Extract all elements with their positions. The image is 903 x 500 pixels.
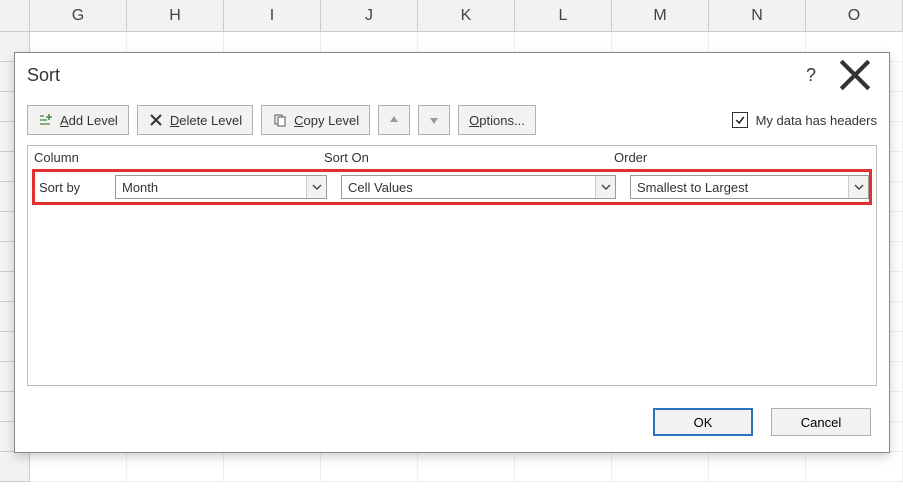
delete-icon bbox=[148, 112, 164, 128]
col-header[interactable]: O bbox=[806, 0, 903, 31]
col-header[interactable]: K bbox=[418, 0, 515, 31]
sort-grid-header: Column Sort On Order bbox=[28, 146, 876, 169]
sort-level-row: Sort by Month Cell Values Smallest to La… bbox=[35, 173, 869, 201]
question-icon: ? bbox=[806, 65, 816, 86]
sort-levels-grid: Column Sort On Order Sort by Month Cell … bbox=[27, 145, 877, 386]
col-header[interactable]: N bbox=[709, 0, 806, 31]
col-header[interactable]: H bbox=[127, 0, 224, 31]
col-header[interactable]: I bbox=[224, 0, 321, 31]
sort-column-value: Month bbox=[116, 176, 306, 198]
add-level-label: Add Level bbox=[60, 113, 118, 128]
headers-checkbox[interactable] bbox=[732, 112, 748, 128]
col-header-column: Column bbox=[34, 150, 324, 165]
copy-level-button[interactable]: Copy Level bbox=[261, 105, 370, 135]
sort-column-dropdown[interactable]: Month bbox=[115, 175, 327, 199]
chevron-down-icon bbox=[595, 176, 615, 198]
copy-icon bbox=[272, 112, 288, 128]
close-icon bbox=[833, 53, 877, 97]
check-icon bbox=[734, 114, 746, 126]
arrow-up-icon bbox=[386, 112, 402, 128]
sort-grid-empty-area bbox=[32, 209, 872, 381]
col-header[interactable]: M bbox=[612, 0, 709, 31]
sort-on-value: Cell Values bbox=[342, 176, 595, 198]
headers-label-text: My data has headers bbox=[756, 113, 877, 128]
dialog-title: Sort bbox=[27, 65, 789, 86]
sort-dialog: Sort ? Add Level Delete Level Copy Level bbox=[14, 52, 890, 453]
col-header[interactable]: G bbox=[30, 0, 127, 31]
copy-level-label: Copy Level bbox=[294, 113, 359, 128]
sort-on-dropdown[interactable]: Cell Values bbox=[341, 175, 616, 199]
sort-order-value: Smallest to Largest bbox=[631, 176, 848, 198]
options-button[interactable]: Options... bbox=[458, 105, 536, 135]
sort-row-highlight: Sort by Month Cell Values Smallest to La… bbox=[32, 169, 872, 205]
delete-level-button[interactable]: Delete Level bbox=[137, 105, 253, 135]
move-up-button[interactable] bbox=[378, 105, 410, 135]
add-level-icon bbox=[38, 112, 54, 128]
dialog-toolbar: Add Level Delete Level Copy Level Option… bbox=[15, 95, 889, 145]
select-all-corner[interactable] bbox=[0, 0, 30, 31]
ok-button[interactable]: OK bbox=[653, 408, 753, 436]
col-header[interactable]: J bbox=[321, 0, 418, 31]
col-header-sorton: Sort On bbox=[324, 150, 614, 165]
options-label: Options... bbox=[469, 113, 525, 128]
chevron-down-icon bbox=[306, 176, 326, 198]
headers-checkbox-label[interactable]: My data has headers bbox=[732, 112, 877, 128]
dialog-titlebar: Sort ? bbox=[15, 53, 889, 95]
column-header-row: G H I J K L M N O bbox=[0, 0, 903, 32]
dialog-footer: OK Cancel bbox=[15, 398, 889, 452]
sort-order-dropdown[interactable]: Smallest to Largest bbox=[630, 175, 869, 199]
delete-level-label: Delete Level bbox=[170, 113, 242, 128]
arrow-down-icon bbox=[426, 112, 442, 128]
help-button[interactable]: ? bbox=[789, 61, 833, 89]
col-header-order: Order bbox=[614, 150, 870, 165]
cancel-button[interactable]: Cancel bbox=[771, 408, 871, 436]
col-header[interactable]: L bbox=[515, 0, 612, 31]
chevron-down-icon bbox=[848, 176, 868, 198]
add-level-button[interactable]: Add Level bbox=[27, 105, 129, 135]
sort-by-label: Sort by bbox=[39, 180, 115, 195]
move-down-button[interactable] bbox=[418, 105, 450, 135]
close-button[interactable] bbox=[833, 61, 877, 89]
